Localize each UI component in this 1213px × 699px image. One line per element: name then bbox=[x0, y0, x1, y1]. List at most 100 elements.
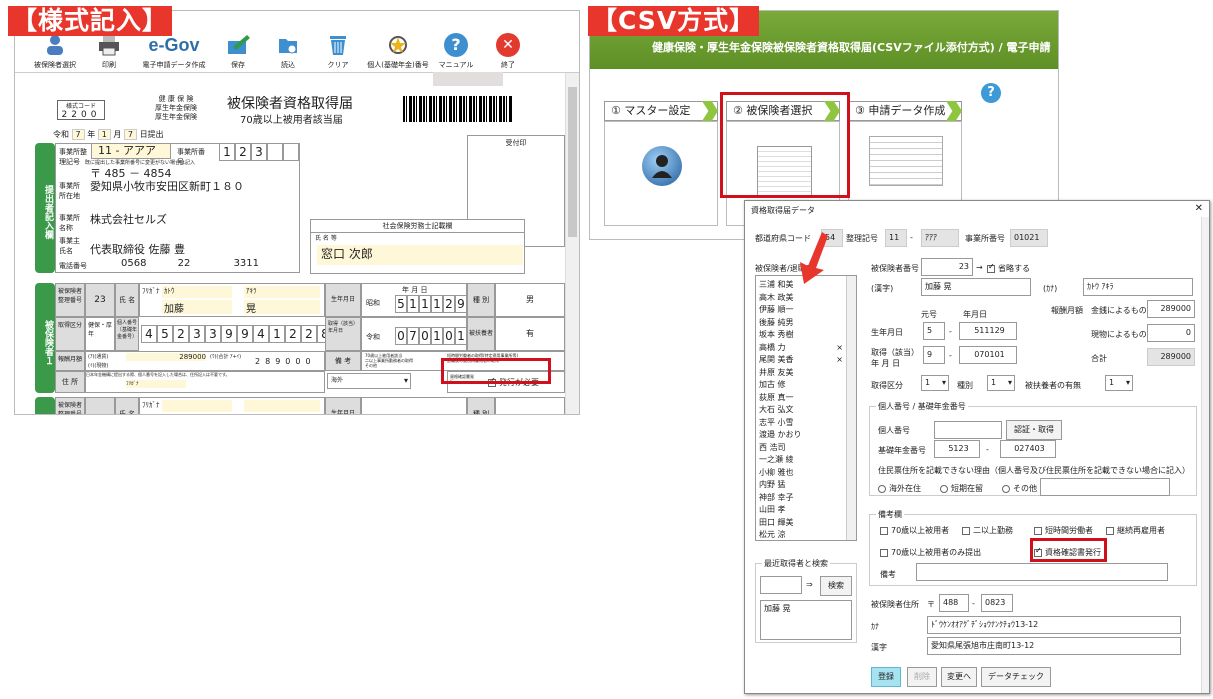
chevron-right-icon bbox=[702, 101, 718, 121]
memo-field[interactable] bbox=[916, 563, 1168, 581]
insured-number-field[interactable]: 23 bbox=[921, 258, 973, 276]
sharoushi-name[interactable]: 窓口 次郎 bbox=[317, 245, 523, 265]
highlight-cert-issue bbox=[1030, 538, 1107, 562]
master-settings-icon[interactable] bbox=[642, 146, 682, 186]
print-button[interactable]: 印刷 bbox=[79, 33, 139, 73]
dialog-title: 資格取得届データ bbox=[751, 206, 815, 215]
company-name: 株式会社セルズ bbox=[90, 213, 167, 226]
list-item[interactable]: 坂本 秀樹 bbox=[756, 329, 845, 342]
acq-type-select[interactable]: 1 bbox=[921, 375, 949, 391]
egov-data-button[interactable]: e-Gov 電子申請データ作成 bbox=[139, 33, 209, 73]
form-method-title: 【様式記入】 bbox=[8, 6, 173, 36]
basic-pension-a-field[interactable]: 5123 bbox=[934, 440, 980, 458]
form-window: 被保険者選択 印刷 e-Gov 電子申請データ作成 保存 読込 クリア 個人(基… bbox=[14, 10, 580, 415]
radio-icon bbox=[878, 484, 886, 493]
list-item[interactable]: 高木 政美 bbox=[756, 292, 845, 305]
list-item[interactable]: 尾関 美香 × bbox=[756, 354, 845, 367]
reason-other-radio[interactable]: その他 bbox=[1002, 483, 1037, 494]
list-item[interactable]: 一之瀬 綾 bbox=[756, 454, 845, 467]
reason-short-stay-radio[interactable]: 短期在留 bbox=[940, 483, 983, 494]
list-item[interactable]: 小柳 雅也 bbox=[756, 467, 845, 480]
basic-pension-b-field[interactable]: 027403 bbox=[1000, 440, 1056, 458]
auth-button[interactable]: 認証・取得 bbox=[1006, 420, 1062, 440]
list-item[interactable]: 加古 修 bbox=[756, 379, 845, 392]
omit-checkbox[interactable]: 省略する bbox=[987, 262, 1030, 274]
change-button[interactable]: 変更へ bbox=[941, 667, 977, 687]
help-icon[interactable]: ? bbox=[981, 83, 1001, 103]
insured-bar-2 bbox=[35, 397, 55, 414]
address-kanji-field[interactable]: 愛知県尾張旭市庄南町13-12 bbox=[927, 637, 1181, 655]
save-icon bbox=[228, 35, 250, 54]
recent-group: 最近取得者と検索 ⇒ 検索 加藤 晃 bbox=[755, 558, 857, 643]
banner-title: 健康保険・厚生年金保険被保険者資格取得届(CSVファイル添付方式) / 電子申請 bbox=[652, 41, 1051, 54]
manual-button[interactable]: ? マニュアル bbox=[426, 33, 486, 73]
help-icon: ? bbox=[444, 33, 468, 57]
list-item[interactable]: 内野 猛 bbox=[756, 479, 845, 492]
list-scrollbar[interactable] bbox=[846, 276, 856, 540]
list-item[interactable]: 山田 孝 bbox=[756, 504, 845, 517]
clear-button[interactable]: クリア bbox=[308, 33, 368, 73]
list-item[interactable]: 志平 小雪 bbox=[756, 417, 845, 430]
recent-search-input[interactable] bbox=[760, 576, 802, 594]
list-item[interactable]: 神部 幸子 bbox=[756, 492, 845, 505]
note-parttime-checkbox[interactable]: 短時間労働者 bbox=[1034, 525, 1093, 536]
kanji-name-field[interactable]: 加藤 晃 bbox=[921, 278, 1031, 296]
list-item[interactable]: 大石 弘文 bbox=[756, 404, 845, 417]
personal-number-field[interactable] bbox=[934, 421, 1002, 439]
overseas-select[interactable]: 海外 bbox=[327, 373, 411, 389]
dependent-select[interactable]: 有 bbox=[495, 317, 565, 351]
step-create-data[interactable]: ③ 申請データ作成 bbox=[848, 101, 962, 121]
insured-listbox[interactable]: 三浦 和美 高木 政美 伊藤 順一 後藤 純男 坂本 秀樹 高橋 力 × 尾関 美香 × 井原 友… bbox=[755, 275, 857, 541]
reason-overseas-radio[interactable]: 海外在住 bbox=[878, 483, 921, 494]
gender-select[interactable]: 男 bbox=[495, 283, 565, 317]
select-insured-button[interactable]: 被保険者選択 bbox=[25, 33, 85, 73]
list-item[interactable]: 松元 涼 bbox=[756, 529, 845, 540]
acq-date-field[interactable]: 070101 bbox=[959, 346, 1017, 364]
form-title: 被保険者資格取得届 bbox=[227, 96, 353, 112]
excluded-mark: × bbox=[836, 342, 843, 352]
kind-select[interactable]: 1 bbox=[987, 375, 1015, 391]
search-button[interactable]: 検索 bbox=[820, 576, 852, 596]
list-item[interactable]: 井原 友美 bbox=[756, 367, 845, 380]
close-icon[interactable]: ✕ bbox=[1195, 203, 1203, 214]
list-item[interactable]: 高橋 力 × bbox=[756, 342, 845, 355]
birth-era-field[interactable]: 5 bbox=[923, 322, 945, 340]
highlight-step-2 bbox=[720, 92, 850, 198]
cash-salary-field[interactable]: 289000 bbox=[1147, 300, 1195, 318]
goods-salary-field[interactable]: 0 bbox=[1147, 324, 1195, 342]
sharoushi-box: 社会保険労務士記載欄 氏 名 等 窓口 次郎 bbox=[310, 219, 525, 274]
note-70-only-checkbox[interactable]: 70歳以上被用者のみ提出 bbox=[880, 547, 981, 558]
postal-b-field[interactable]: 0823 bbox=[981, 594, 1013, 612]
form-scrollbar[interactable] bbox=[565, 73, 579, 414]
note-dual-checkbox[interactable]: 二以上勤務 bbox=[962, 525, 1013, 536]
register-button[interactable]: 登録 bbox=[871, 667, 901, 687]
postal-a-field[interactable]: 488 bbox=[939, 594, 969, 612]
excluded-mark: × bbox=[836, 355, 843, 364]
insured-name: ﾌﾘｶﾞﾅ ｶﾄｳ ｱｷﾗ 加藤 晃 bbox=[139, 283, 325, 317]
acq-era-field[interactable]: 9 bbox=[923, 346, 945, 364]
delete-button[interactable]: 削除 bbox=[907, 667, 937, 687]
recent-list[interactable]: 加藤 晃 bbox=[760, 600, 852, 640]
data-check-button[interactable]: データチェック bbox=[981, 667, 1051, 687]
kana-name-field[interactable]: ｶﾄｳ ｱｷﾗ bbox=[1083, 278, 1193, 296]
list-item[interactable]: 伊藤 順一 bbox=[756, 304, 845, 317]
list-item[interactable]: 後藤 純男 bbox=[756, 317, 845, 330]
list-item[interactable]: 渡邉 かおり bbox=[756, 429, 845, 442]
note-70-checkbox[interactable]: 70歳以上被用者 bbox=[880, 525, 949, 536]
create-data-thumbnail[interactable] bbox=[869, 136, 943, 186]
personal-number-button[interactable]: 個人(基礎年金)番号 bbox=[363, 33, 433, 73]
list-item[interactable]: 西 浩司 bbox=[756, 442, 845, 455]
address-kana-field[interactable]: ﾄﾞｳｹﾝｵｵｱｸﾞﾁﾞｼｮｳﾅﾝｸﾁｮｳ13-12 bbox=[927, 616, 1181, 634]
reason-other-input[interactable] bbox=[1040, 478, 1170, 496]
dialog-scrollbar[interactable] bbox=[1201, 217, 1209, 693]
dependent-select[interactable]: 1 bbox=[1105, 375, 1133, 391]
birth-date-field[interactable]: 511129 bbox=[959, 322, 1017, 340]
list-item[interactable]: 荻原 真一 bbox=[756, 392, 845, 405]
office-code-field[interactable]: 11 - アアア bbox=[91, 143, 171, 159]
exit-button[interactable]: ✕ 終了 bbox=[478, 33, 538, 73]
list-item[interactable]: 田口 輝美 bbox=[756, 517, 845, 530]
barcode bbox=[403, 96, 513, 122]
note-rehire-checkbox[interactable]: 継続再雇用者 bbox=[1106, 525, 1165, 536]
step-master-settings[interactable]: ① マスター設定 bbox=[604, 101, 718, 121]
printer-icon bbox=[99, 35, 119, 56]
